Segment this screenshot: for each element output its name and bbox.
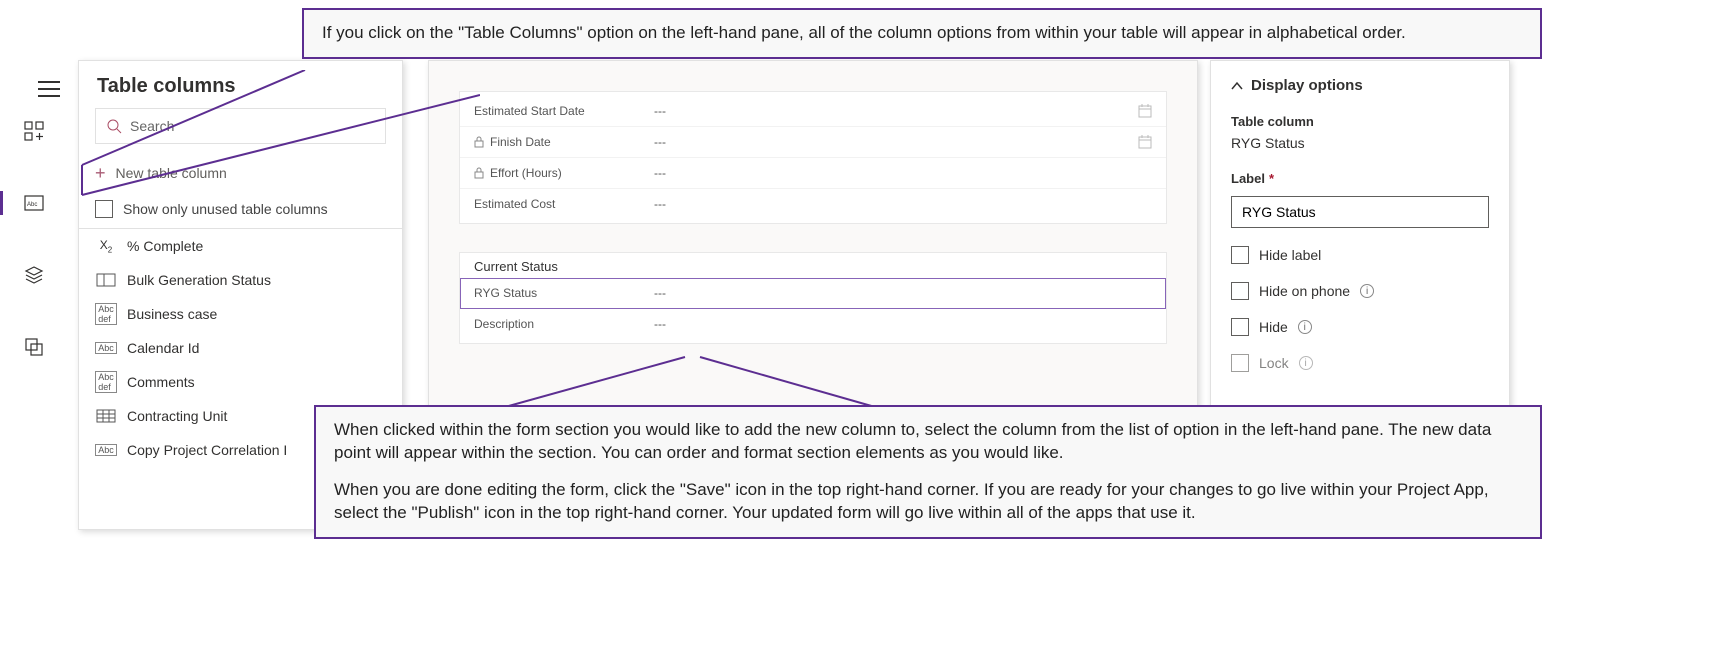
column-list-item[interactable]: X2 % Complete [79, 229, 402, 263]
column-label: Copy Project Correlation I [127, 442, 287, 458]
info-icon[interactable]: i [1299, 356, 1313, 370]
field-label: RYG Status [474, 286, 537, 300]
column-type-icon: X2 [95, 237, 117, 255]
rail-copy-icon[interactable] [14, 331, 54, 363]
form-section-top[interactable]: Estimated Start Date---Finish Date---Eff… [459, 91, 1167, 224]
left-rail: Abc [0, 0, 68, 650]
chevron-up-icon [1231, 81, 1243, 91]
form-field-row[interactable]: Estimated Start Date --- [460, 96, 1166, 127]
rail-table-columns-icon[interactable]: Abc [14, 187, 54, 219]
field-value: --- [654, 166, 1112, 180]
table-column-value: RYG Status [1231, 135, 1489, 151]
column-label: Comments [127, 374, 195, 390]
show-only-unused-checkbox[interactable]: Show only unused table columns [95, 200, 386, 218]
form-field-row[interactable]: Finish Date --- [460, 127, 1166, 158]
form-field-row[interactable]: Effort (Hours) --- [460, 158, 1166, 189]
calendar-icon [1138, 104, 1152, 118]
column-list-item[interactable]: Bulk Generation Status [79, 263, 402, 297]
column-label: Contracting Unit [127, 408, 227, 424]
rail-layers-icon[interactable] [14, 259, 54, 291]
form-field-row[interactable]: Estimated Cost --- [460, 189, 1166, 219]
field-value: --- [654, 104, 1112, 118]
label-input[interactable] [1231, 196, 1489, 228]
column-label: Bulk Generation Status [127, 272, 271, 288]
column-label: Business case [127, 306, 217, 322]
checkbox-icon [95, 200, 113, 218]
column-type-icon: Abcdef [95, 373, 117, 391]
field-label: Description [474, 317, 534, 331]
field-value: --- [654, 286, 1112, 300]
annotation-callout-top: If you click on the "Table Columns" opti… [302, 8, 1542, 59]
hide-label-checkbox[interactable]: Hide label [1231, 246, 1489, 264]
column-type-icon: Abcdef [95, 305, 117, 323]
callout-pointer-top [80, 70, 480, 200]
hide-on-phone-checkbox[interactable]: Hide on phonei [1231, 282, 1489, 300]
svg-text:Abc: Abc [27, 202, 37, 208]
column-label: % Complete [127, 238, 203, 254]
column-type-icon: Abc [95, 441, 117, 459]
field-label: Estimated Cost [474, 197, 555, 211]
show-only-label: Show only unused table columns [123, 201, 328, 217]
form-field-row[interactable]: RYG Status --- [460, 278, 1166, 309]
lock-checkbox[interactable]: Locki [1231, 354, 1489, 372]
display-options-header[interactable]: Display options [1231, 77, 1489, 94]
calendar-icon [1138, 135, 1152, 149]
column-type-icon [95, 407, 117, 425]
column-label: Calendar Id [127, 340, 199, 356]
column-list-item[interactable]: Abcdef Comments [79, 365, 402, 399]
column-list-item[interactable]: Abcdef Business case [79, 297, 402, 331]
field-label: Estimated Start Date [474, 104, 585, 118]
rail-apps-icon[interactable] [14, 115, 54, 147]
annotation-callout-bottom: When clicked within the form section you… [314, 405, 1542, 539]
field-value: --- [654, 317, 1112, 331]
table-column-label: Table column [1231, 114, 1489, 129]
column-type-icon [95, 271, 117, 289]
form-field-row[interactable]: Description --- [460, 309, 1166, 339]
info-icon[interactable]: i [1298, 320, 1312, 334]
label-field-label: Label* [1231, 171, 1489, 186]
section-title: Current Status [460, 257, 1166, 278]
field-value: --- [654, 135, 1112, 149]
field-label: Finish Date [490, 135, 551, 149]
field-label: Effort (Hours) [490, 166, 562, 180]
info-icon[interactable]: i [1360, 284, 1374, 298]
column-list-item[interactable]: Abc Calendar Id [79, 331, 402, 365]
column-type-icon: Abc [95, 339, 117, 357]
hide-checkbox[interactable]: Hidei [1231, 318, 1489, 336]
field-value: --- [654, 197, 1112, 211]
form-section-current-status[interactable]: Current Status RYG Status --- Description -… [459, 252, 1167, 344]
